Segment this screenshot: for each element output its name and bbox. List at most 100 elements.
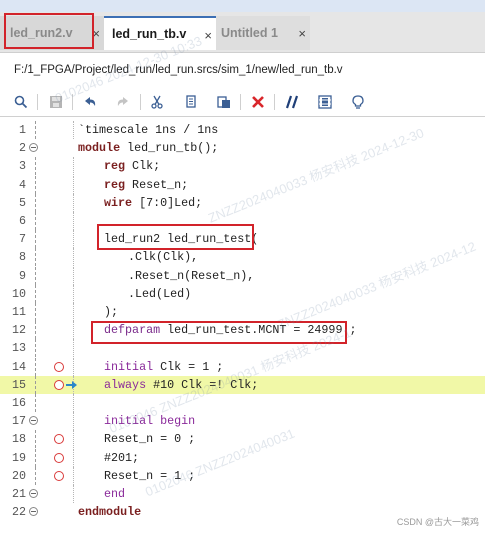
line-number: 15 bbox=[11, 377, 26, 392]
code-editor[interactable]: 1 `timescale 1ns / 1ns 2 module led_run_tb(… bbox=[0, 121, 485, 534]
indent-guide bbox=[73, 230, 74, 249]
code-text: end bbox=[104, 487, 126, 501]
indent-guide bbox=[73, 430, 74, 449]
gutter-divider bbox=[35, 193, 36, 212]
code-line[interactable]: 20 Reset_n = 1 ; bbox=[0, 466, 485, 485]
undo-icon[interactable] bbox=[79, 91, 101, 113]
editor-toolbar bbox=[0, 87, 485, 117]
code-text: `timescale 1ns / 1ns bbox=[78, 123, 219, 137]
indent-guide bbox=[73, 248, 74, 267]
close-icon[interactable]: × bbox=[92, 26, 100, 41]
comment-icon[interactable] bbox=[281, 91, 303, 113]
fold-toggle-icon[interactable] bbox=[29, 416, 38, 426]
code-line[interactable]: 5 wire [7:0]Led; bbox=[0, 193, 485, 212]
line-number: 7 bbox=[18, 232, 26, 247]
gutter-divider bbox=[35, 121, 36, 139]
code-text: .Clk(Clk), bbox=[128, 250, 199, 265]
indent-guide bbox=[73, 394, 74, 412]
copy-icon[interactable] bbox=[180, 91, 202, 113]
code-line[interactable]: 1 `timescale 1ns / 1ns bbox=[0, 121, 485, 139]
tab-untitled-1[interactable]: Untitled 1 × bbox=[216, 16, 310, 50]
code-line[interactable]: 16 bbox=[0, 394, 485, 412]
breakpoint-icon[interactable] bbox=[54, 434, 64, 445]
indent-guide bbox=[73, 339, 74, 358]
indent-guide bbox=[73, 284, 74, 303]
indent-guide bbox=[73, 193, 74, 212]
breakpoint-icon[interactable] bbox=[54, 361, 64, 372]
line-number: 8 bbox=[18, 250, 26, 265]
code-text: module led_run_tb(); bbox=[78, 141, 219, 156]
code-line[interactable]: 11); bbox=[0, 303, 485, 321]
line-number: 21 bbox=[11, 487, 26, 501]
close-icon[interactable]: × bbox=[298, 26, 306, 41]
paste-icon[interactable] bbox=[213, 91, 235, 113]
close-icon[interactable]: × bbox=[204, 28, 212, 43]
tab-label: led_run_tb.v bbox=[112, 27, 187, 41]
fold-toggle-icon[interactable] bbox=[29, 143, 38, 153]
gutter-divider bbox=[35, 430, 36, 449]
code-line[interactable]: 12 defparam led_run_test.MCNT = 24999 ; bbox=[0, 321, 485, 340]
line-number: 2 bbox=[18, 141, 26, 156]
code-line[interactable]: 6 bbox=[0, 212, 485, 230]
indent-guide bbox=[73, 266, 74, 285]
indent-guide bbox=[73, 466, 74, 485]
code-text: wire [7:0]Led; bbox=[104, 195, 203, 210]
bulb-icon[interactable] bbox=[347, 91, 369, 113]
indent-guide bbox=[73, 303, 74, 321]
breakpoint-icon[interactable] bbox=[54, 379, 64, 390]
indent-guide bbox=[73, 357, 74, 376]
tab-led-run-tb[interactable]: led_run_tb.v × bbox=[104, 16, 216, 50]
gutter-divider bbox=[35, 466, 36, 485]
code-line[interactable]: 4 reg Reset_n; bbox=[0, 175, 485, 194]
current-line-arrow-icon bbox=[66, 380, 77, 389]
tab-led-run2[interactable]: led_run2.v × bbox=[0, 16, 104, 50]
code-line[interactable]: 9 .Reset_n(Reset_n), bbox=[0, 266, 485, 285]
code-line[interactable]: 18 Reset_n = 0 ; bbox=[0, 430, 485, 449]
code-line[interactable]: 10 .Led(Led) bbox=[0, 284, 485, 303]
line-number: 10 bbox=[11, 286, 26, 301]
gutter-divider bbox=[35, 357, 36, 376]
breakpoint-icon[interactable] bbox=[54, 452, 64, 463]
breakpoint-icon[interactable] bbox=[54, 470, 64, 481]
redo-icon[interactable] bbox=[112, 91, 134, 113]
code-line[interactable]: 7 led_run2 led_run_test( bbox=[0, 230, 485, 249]
gutter-divider bbox=[35, 339, 36, 358]
indent-guide bbox=[73, 157, 74, 176]
gutter-divider bbox=[35, 375, 36, 394]
gutter-divider bbox=[35, 175, 36, 194]
code-line[interactable]: 19 #201; bbox=[0, 448, 485, 467]
indent-guide bbox=[73, 412, 74, 431]
code-line[interactable]: 21 end bbox=[0, 485, 485, 503]
line-number: 20 bbox=[11, 468, 26, 483]
fold-toggle-icon[interactable] bbox=[29, 489, 38, 498]
search-icon[interactable] bbox=[10, 91, 32, 113]
fold-toggle-icon[interactable] bbox=[29, 507, 38, 517]
footer-credit: CSDN @古大一菜鸡 bbox=[396, 517, 479, 527]
line-number: 12 bbox=[11, 323, 26, 338]
code-line[interactable]: 3 reg Clk; bbox=[0, 157, 485, 176]
code-line[interactable]: 17 initial begin bbox=[0, 412, 485, 431]
code-text: #201; bbox=[104, 450, 140, 465]
tab-label: led_run2.v bbox=[10, 26, 73, 40]
delete-icon[interactable] bbox=[247, 91, 269, 113]
code-line[interactable]: 2 module led_run_tb(); bbox=[0, 139, 485, 157]
line-number: 4 bbox=[18, 177, 26, 192]
cut-icon[interactable] bbox=[146, 91, 168, 113]
code-text: initial begin bbox=[104, 414, 196, 429]
file-path: F:/1_FPGA/Project/led_run/led_run.srcs/s… bbox=[14, 64, 343, 76]
gutter-divider bbox=[35, 284, 36, 303]
code-text: Reset_n = 1 ; bbox=[104, 468, 196, 483]
gutter-divider bbox=[35, 230, 36, 249]
code-line[interactable]: 13 bbox=[0, 339, 485, 358]
gutter-divider bbox=[35, 303, 36, 321]
editor-tab-bar: led_run2.v × led_run_tb.v × Untitled 1 × bbox=[0, 12, 485, 53]
gutter-divider bbox=[35, 212, 36, 230]
code-line[interactable]: 14 initial Clk = 1 ; bbox=[0, 357, 485, 376]
line-number: 11 bbox=[11, 305, 26, 319]
save-icon[interactable] bbox=[45, 91, 67, 113]
code-line[interactable]: 8 .Clk(Clk), bbox=[0, 248, 485, 267]
code-line[interactable]: 15 always #10 Clk =! Clk; bbox=[0, 375, 485, 394]
block-icon[interactable] bbox=[314, 91, 336, 113]
line-number: 18 bbox=[11, 432, 26, 447]
indent-guide bbox=[73, 121, 74, 139]
